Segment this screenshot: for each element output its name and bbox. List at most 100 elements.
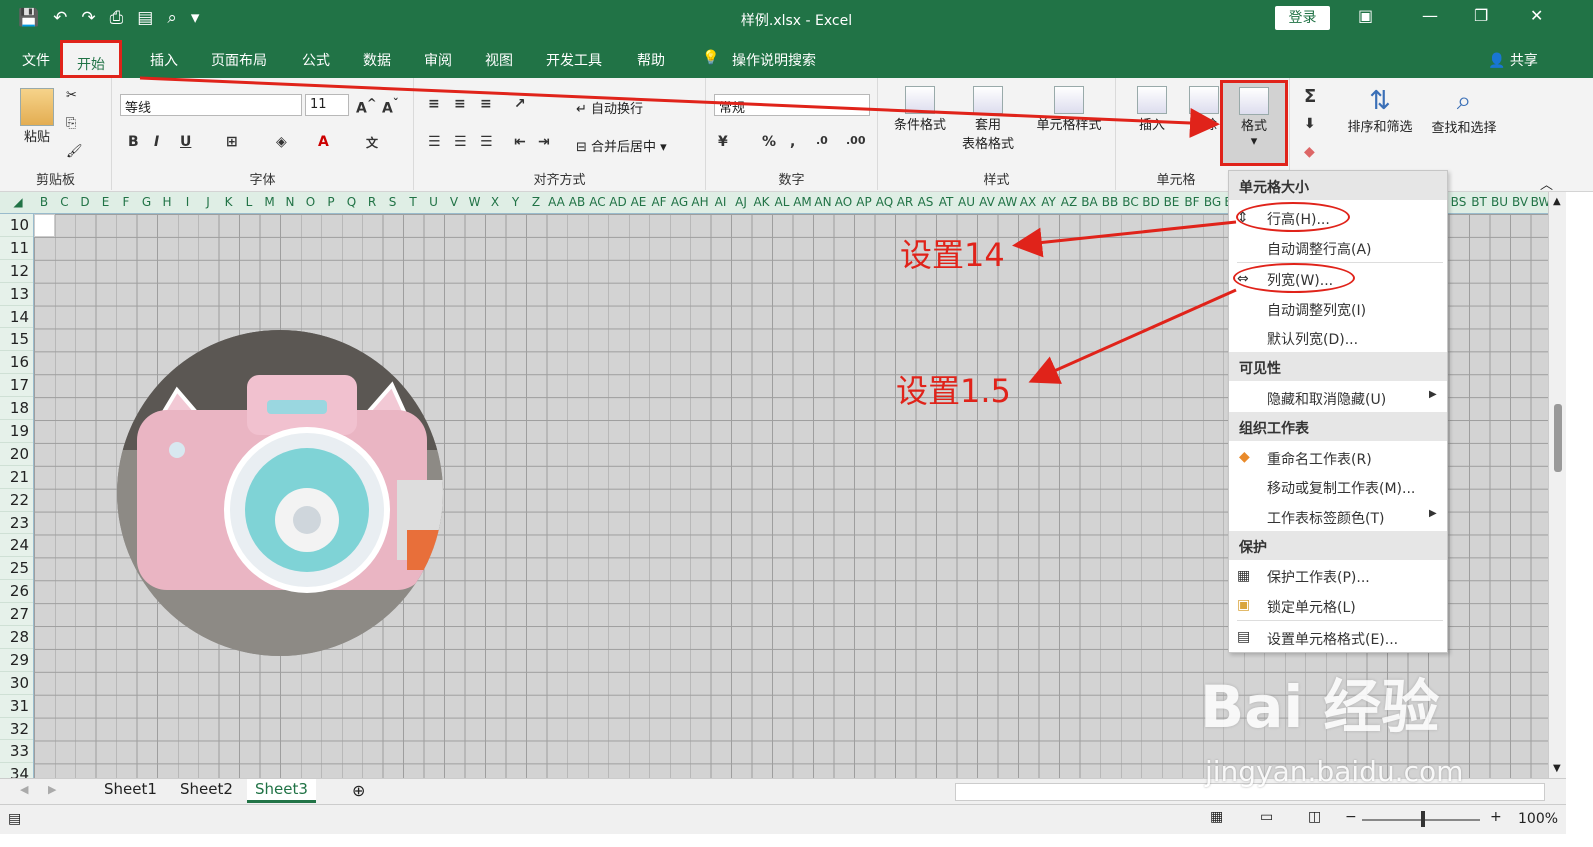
align-left-icon[interactable]: ☰	[428, 134, 441, 150]
row-header[interactable]: 13	[0, 283, 33, 306]
column-header[interactable]: O	[301, 195, 321, 209]
copy-icon[interactable]: ⎘	[66, 116, 76, 131]
column-header[interactable]: Q	[342, 195, 362, 209]
column-header[interactable]: BG	[1203, 195, 1223, 209]
zoom-out-icon[interactable]: −	[1345, 809, 1357, 825]
grow-font-icon[interactable]: A^	[356, 96, 377, 117]
column-header[interactable]: AO	[834, 195, 854, 209]
row-header[interactable]: 27	[0, 603, 33, 627]
fill-color-icon[interactable]: ◈	[276, 134, 287, 150]
column-header[interactable]: W	[465, 195, 485, 209]
clear-icon[interactable]: ◆	[1304, 144, 1315, 160]
column-header[interactable]: BV	[1510, 195, 1530, 209]
row-header[interactable]: 12	[0, 260, 33, 283]
menu-autofit-column[interactable]: 自动调整列宽(I)	[1267, 300, 1366, 320]
column-header[interactable]: G	[137, 195, 157, 209]
column-header[interactable]: K	[219, 195, 239, 209]
format-as-table-button[interactable]: 套用 表格格式	[956, 86, 1020, 152]
number-format-combo[interactable]: 常规	[714, 94, 870, 116]
tab-home[interactable]: 开始	[60, 40, 122, 78]
minimize-icon[interactable]: —	[1422, 6, 1438, 25]
tab-page-layout[interactable]: 页面布局	[211, 50, 267, 70]
column-header[interactable]: C	[55, 195, 75, 209]
scroll-thumb[interactable]	[1554, 404, 1562, 472]
column-header[interactable]: BB	[1100, 195, 1120, 209]
column-header[interactable]: AC	[588, 195, 608, 209]
column-header[interactable]: AX	[1018, 195, 1038, 209]
column-header[interactable]: AP	[854, 195, 874, 209]
row-header[interactable]: 23	[0, 512, 33, 535]
merge-center-button[interactable]: ⊟ 合并后居中 ▾	[576, 136, 667, 155]
column-header[interactable]: E	[96, 195, 116, 209]
column-header[interactable]: AT	[936, 195, 956, 209]
scroll-down-icon[interactable]: ▼	[1553, 763, 1561, 774]
comma-icon[interactable]: ,	[790, 134, 795, 150]
menu-format-cells[interactable]: 设置单元格格式(E)...	[1267, 629, 1398, 649]
row-header[interactable]: 34	[0, 763, 33, 778]
menu-hide-unhide[interactable]: 隐藏和取消隐藏(U)	[1267, 389, 1386, 409]
zoom-level[interactable]: 100%	[1518, 811, 1558, 827]
paste-button[interactable]: 粘贴	[14, 88, 60, 145]
column-header[interactable]: F	[116, 195, 136, 209]
autosum-icon[interactable]: Σ	[1304, 86, 1316, 107]
row-header[interactable]: 26	[0, 580, 33, 604]
row-header[interactable]: 25	[0, 557, 33, 581]
column-header[interactable]: D	[75, 195, 95, 209]
normal-view-icon[interactable]: ▦	[1210, 809, 1223, 825]
italic-button[interactable]: I	[154, 134, 159, 150]
row-header[interactable]: 31	[0, 695, 33, 718]
scroll-up-icon[interactable]: ▲	[1553, 196, 1561, 207]
column-header[interactable]: U	[424, 195, 444, 209]
row-header[interactable]: 21	[0, 466, 33, 489]
row-header[interactable]: 17	[0, 374, 33, 398]
column-header[interactable]: AI	[711, 195, 731, 209]
tab-prev-icon[interactable]: ◀	[20, 783, 28, 796]
column-header[interactable]: BT	[1469, 195, 1489, 209]
column-header[interactable]: BD	[1141, 195, 1161, 209]
menu-lock-cell[interactable]: 锁定单元格(L)	[1267, 597, 1356, 617]
column-header[interactable]: AL	[772, 195, 792, 209]
column-header[interactable]: AW	[998, 195, 1018, 209]
column-header[interactable]: AV	[977, 195, 997, 209]
ribbon-display-icon[interactable]: ▣	[1358, 6, 1373, 25]
column-header[interactable]: AS	[916, 195, 936, 209]
column-header[interactable]: AN	[813, 195, 833, 209]
row-header[interactable]: 11	[0, 237, 33, 260]
column-header[interactable]: AF	[649, 195, 669, 209]
tab-data[interactable]: 数据	[363, 50, 391, 70]
format-painter-icon[interactable]: 🖌	[66, 144, 83, 159]
tab-developer[interactable]: 开发工具	[546, 50, 602, 70]
column-header[interactable]: BU	[1490, 195, 1510, 209]
tab-file[interactable]: 文件	[22, 50, 50, 70]
menu-tab-color[interactable]: 工作表标签颜色(T)	[1267, 508, 1384, 528]
column-header[interactable]: L	[239, 195, 259, 209]
menu-default-width[interactable]: 默认列宽(D)...	[1267, 329, 1358, 349]
sheet-tab-3[interactable]: Sheet3	[247, 779, 316, 803]
align-center-icon[interactable]: ☰	[454, 134, 467, 150]
border-icon[interactable]: ⊞	[226, 134, 238, 150]
row-header[interactable]: 32	[0, 718, 33, 741]
column-header[interactable]: AA	[547, 195, 567, 209]
column-header[interactable]: M	[260, 195, 280, 209]
fill-icon[interactable]: ⬇	[1304, 116, 1316, 132]
row-header[interactable]: 30	[0, 672, 33, 695]
column-header[interactable]: AD	[608, 195, 628, 209]
row-header[interactable]: 22	[0, 489, 33, 512]
tab-review[interactable]: 审阅	[424, 50, 452, 70]
row-header[interactable]: 14	[0, 306, 33, 329]
restore-icon[interactable]: ❐	[1474, 6, 1488, 25]
column-header[interactable]: AR	[895, 195, 915, 209]
tab-next-icon[interactable]: ▶	[48, 783, 56, 796]
row-header[interactable]: 28	[0, 626, 33, 649]
camera-picture[interactable]	[117, 330, 443, 656]
share-button[interactable]: 👤 共享	[1488, 50, 1538, 70]
orientation-icon[interactable]: ↗	[514, 96, 526, 112]
column-header[interactable]: B	[34, 195, 54, 209]
column-header[interactable]: X	[485, 195, 505, 209]
column-header[interactable]: AZ	[1059, 195, 1079, 209]
column-header[interactable]: BE	[1162, 195, 1182, 209]
login-button[interactable]: 登录	[1275, 6, 1330, 30]
menu-rename-sheet[interactable]: 重命名工作表(R)	[1267, 449, 1372, 469]
decrease-indent-icon[interactable]: ⇤	[514, 134, 526, 150]
menu-move-copy-sheet[interactable]: 移动或复制工作表(M)...	[1267, 478, 1415, 498]
